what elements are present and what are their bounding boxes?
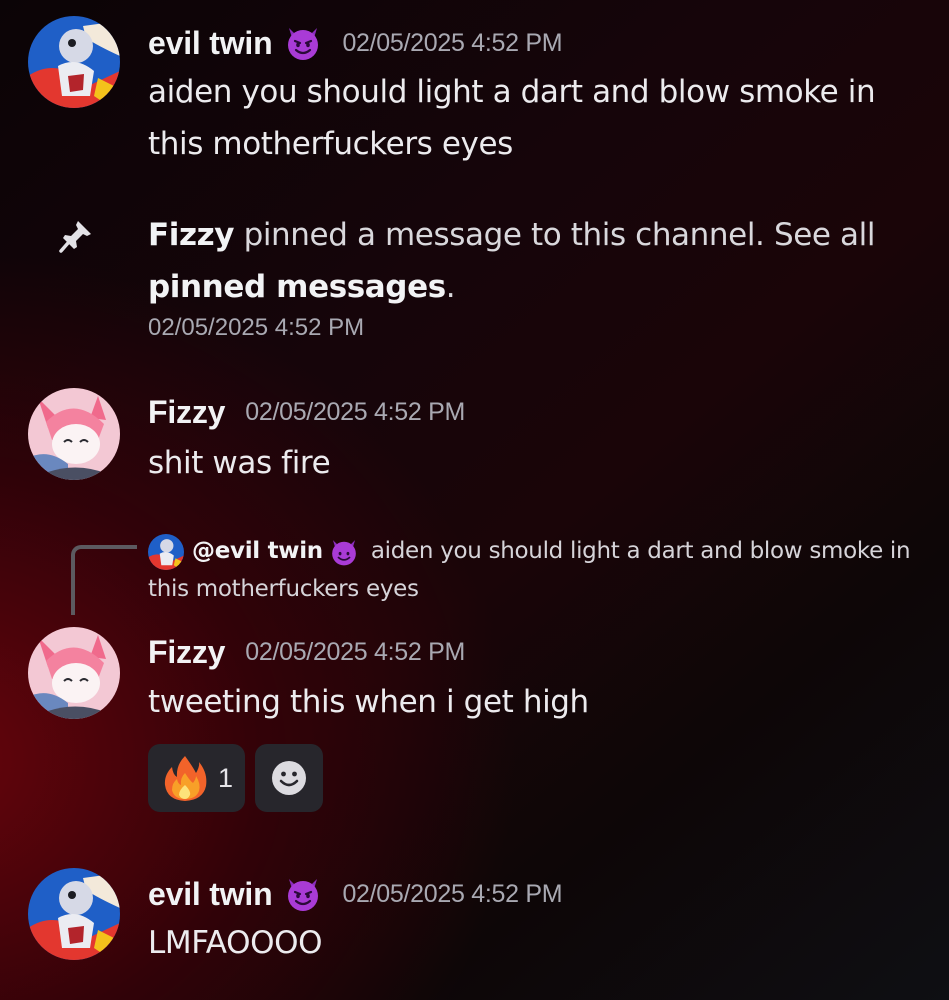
reaction-count: 1 [218,762,234,793]
reply-preview[interactable]: @evil twin aiden you should light a dart… [148,532,918,608]
system-text-after: . [445,269,456,305]
message-content: LMFAOOOO [148,925,323,961]
avatar-fizzy[interactable] [28,627,120,719]
pinned-messages-link[interactable]: pinned messages [148,269,446,305]
reply-avatar-evil-twin [148,533,184,570]
timestamp: 02/05/2025 4:52 PM [342,28,563,57]
username[interactable]: Fizzy [148,634,225,671]
timestamp: 02/05/2025 4:52 PM [342,879,563,908]
message-content: aiden you should light a dart and blow s… [148,74,876,162]
pin-icon [59,221,91,253]
smiling-face-with-horns-icon [288,879,319,911]
fire-emoji-icon [164,756,207,801]
message-content: tweeting this when i get high [148,684,589,720]
reactions-bar: 1 [148,744,333,812]
reply-spine [71,545,137,615]
system-text-before: pinned a message to this channel. See al… [234,217,876,253]
avatar-evil-twin[interactable] [28,868,120,960]
username[interactable]: evil twin [148,25,273,62]
timestamp: 02/05/2025 4:52 PM [245,638,466,666]
add-reaction-button[interactable] [255,744,324,812]
username[interactable]: Fizzy [148,394,225,431]
timestamp: 02/05/2025 4:52 PM [245,398,466,426]
username[interactable]: evil twin [148,876,273,913]
smiling-face-with-horns-icon [332,539,356,565]
add-reaction-icon [272,761,307,795]
avatar-evil-twin[interactable] [28,16,120,108]
system-message-text: Fizzy pinned a message to this channel. … [148,209,908,313]
avatar-fizzy[interactable] [28,388,120,480]
reply-mention[interactable]: @evil twin [192,538,323,564]
reaction-fire[interactable]: 1 [148,744,246,812]
smiling-face-with-horns-icon [288,28,319,60]
system-timestamp: 02/05/2025 4:52 PM [148,314,365,341]
system-actor[interactable]: Fizzy [148,217,235,253]
message-content: shit was fire [148,445,331,481]
